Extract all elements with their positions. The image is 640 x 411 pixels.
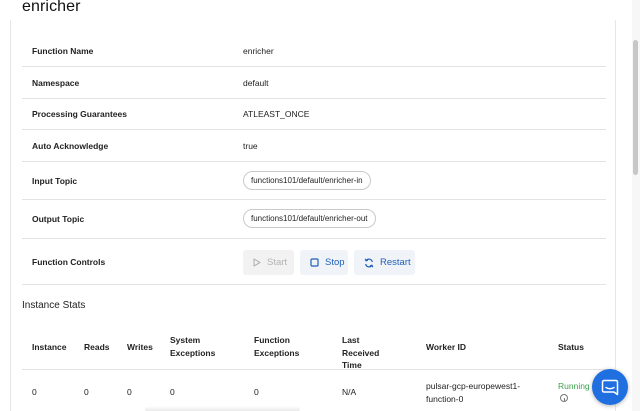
chat-icon: [601, 379, 619, 395]
detail-row-auto-acknowledge: Auto Acknowledge true: [22, 130, 606, 162]
scrollbar-thumb[interactable]: [633, 40, 638, 175]
detail-row-input-topic: Input Topic functions101/default/enriche…: [22, 162, 606, 200]
stop-button-label: Stop: [325, 257, 345, 268]
input-topic-chip[interactable]: functions101/default/enricher-in: [243, 171, 371, 190]
cell-last-received-time: N/A: [342, 387, 357, 397]
detail-label: Input Topic: [32, 176, 78, 186]
detail-label: Output Topic: [32, 214, 85, 224]
detail-label: Namespace: [32, 78, 80, 88]
column-header-status: Status: [558, 342, 584, 352]
cell-instance: 0: [32, 387, 37, 397]
detail-value: default: [243, 78, 269, 88]
restart-button-label: Restart: [380, 257, 411, 268]
status-badge: Running: [558, 381, 590, 391]
column-header-function-exceptions: Function Exceptions: [254, 335, 300, 358]
detail-row-function-name: Function Name enricher: [22, 36, 606, 67]
page-title: enricher: [22, 0, 81, 15]
instance-stats-title: Instance Stats: [22, 300, 86, 311]
restart-icon: [364, 258, 374, 267]
detail-label: Function Name: [32, 46, 94, 56]
table-divider: [22, 369, 606, 370]
detail-value: true: [243, 141, 258, 151]
output-topic-chip[interactable]: functions101/default/enricher-out: [243, 209, 376, 228]
info-icon[interactable]: [560, 394, 568, 402]
cell-worker-id: pulsar-gcp-europewest1-function-0: [426, 381, 521, 404]
detail-row-namespace: Namespace default: [22, 67, 606, 99]
detail-value: ATLEAST_ONCE: [243, 109, 310, 119]
detail-label: Processing Guarantees: [32, 109, 127, 119]
column-header-last-received-time: Last Received Time: [342, 335, 380, 370]
cell-writes: 0: [127, 387, 132, 397]
cell-reads: 0: [84, 387, 89, 397]
start-button-label: Start: [267, 257, 288, 268]
stop-button[interactable]: Stop: [300, 250, 348, 275]
cell-function-exceptions: 0: [254, 387, 259, 397]
column-header-worker-id: Worker ID: [426, 342, 466, 352]
detail-value: enricher: [243, 46, 274, 56]
start-button[interactable]: Start: [243, 250, 294, 275]
stop-icon: [310, 258, 319, 267]
detail-row-processing-guarantees: Processing Guarantees ATLEAST_ONCE: [22, 99, 606, 130]
column-header-reads: Reads: [84, 342, 110, 352]
scroll-fade: [145, 406, 300, 411]
chat-launcher-button[interactable]: [592, 369, 628, 405]
column-header-writes: Writes: [127, 342, 153, 352]
play-icon: [253, 258, 261, 267]
cell-system-exceptions: 0: [170, 387, 175, 397]
detail-label: Auto Acknowledge: [32, 141, 109, 151]
column-header-system-exceptions: System Exceptions: [170, 335, 216, 358]
restart-button[interactable]: Restart: [354, 250, 415, 275]
column-header-instance: Instance: [32, 342, 67, 352]
detail-label: Function Controls: [32, 257, 106, 267]
detail-row-output-topic: Output Topic functions101/default/enrich…: [22, 200, 606, 239]
